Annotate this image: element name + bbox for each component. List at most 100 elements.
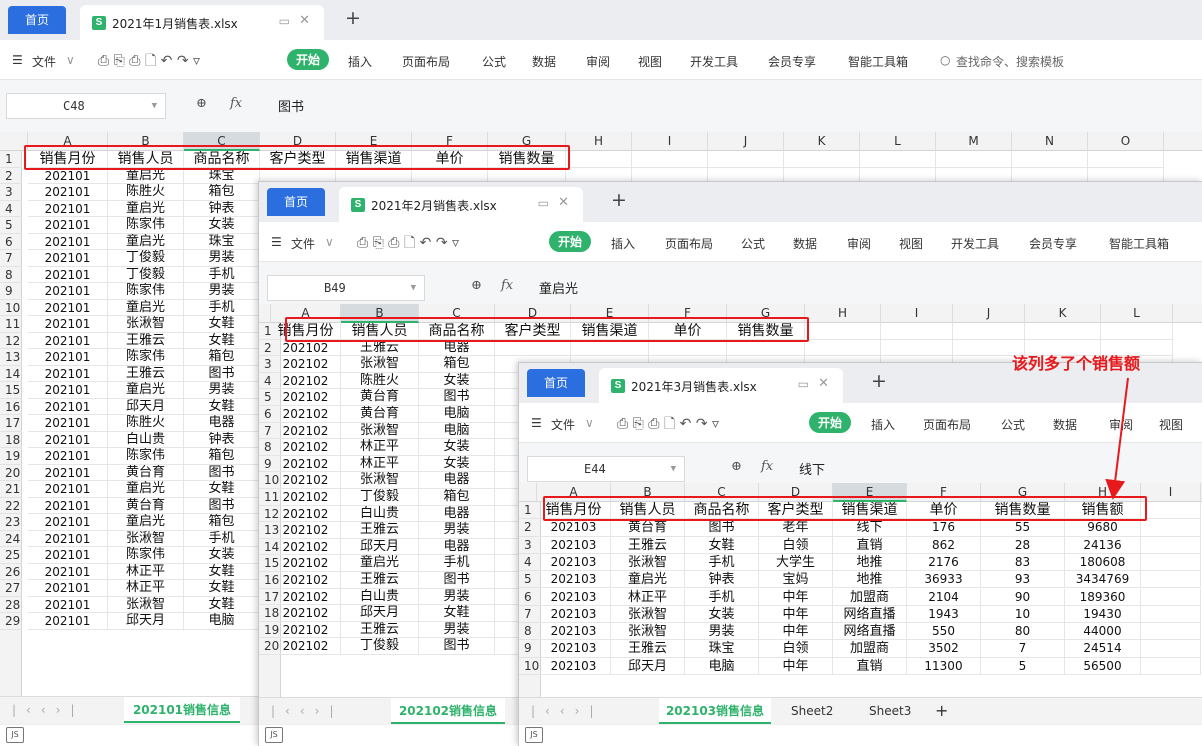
table-cell[interactable]: 林正平 — [341, 439, 419, 456]
sheet-tab-sheet2[interactable]: Sheet2 — [791, 704, 833, 718]
table-cell[interactable]: 手机 — [184, 530, 260, 547]
table-cell[interactable]: 林正平 — [108, 563, 184, 580]
table-cell[interactable]: 202101 — [28, 415, 108, 432]
empty-cell[interactable] — [1141, 588, 1201, 606]
close-icon[interactable]: ✕ — [299, 13, 310, 28]
column-header-i[interactable]: I — [1141, 483, 1201, 502]
table-cell[interactable]: 202103 — [537, 571, 611, 589]
table-cell[interactable]: 陈胜火 — [108, 415, 184, 432]
menu-formula[interactable]: 公式 — [482, 53, 506, 70]
table-cell[interactable]: 男装 — [184, 382, 260, 399]
empty-cell[interactable] — [632, 151, 708, 168]
table-cell[interactable]: 550 — [907, 623, 981, 641]
table-cell[interactable]: 邱天月 — [611, 657, 685, 675]
table-cell[interactable]: 202101 — [28, 233, 108, 250]
sheet-nav-icons[interactable]: |‹‹›| — [12, 703, 84, 717]
formula-input[interactable]: 图书 — [278, 96, 304, 115]
quick-access-icons[interactable]: ⎙ ⎘ ⎙ 🗋 ↶ ↷ ▿ — [98, 50, 200, 74]
table-cell[interactable]: 地推 — [833, 553, 907, 572]
chevron-down-icon[interactable]: ∨ — [585, 416, 594, 430]
table-cell[interactable]: 55 — [981, 519, 1065, 537]
table-cell[interactable]: 电脑 — [184, 613, 260, 630]
table-cell[interactable]: 202103 — [537, 605, 611, 624]
table-cell[interactable]: 陈家伟 — [108, 448, 184, 465]
table-cell[interactable]: 11300 — [907, 657, 981, 675]
table-cell[interactable]: 女鞋 — [184, 596, 260, 613]
table-cell[interactable]: 图书 — [184, 497, 260, 514]
table-cell[interactable]: 180608 — [1065, 553, 1141, 572]
table-cell[interactable]: 女鞋 — [184, 481, 260, 498]
grid[interactable]: A B C D E F G H I 1 2 3 4 5 6 7 8 9 10 销售月份 销售人员 商品名称 客户类型 销售渠道… — [519, 483, 1202, 697]
table-cell[interactable]: 202102 — [271, 439, 341, 456]
table-cell[interactable]: 丁俊毅 — [341, 489, 419, 506]
table-cell[interactable]: 9680 — [1065, 519, 1141, 537]
menu-view[interactable]: 视图 — [1159, 416, 1183, 433]
table-cell[interactable]: 加盟商 — [833, 640, 907, 658]
table-cell[interactable]: 7 — [981, 640, 1065, 658]
pin-icon[interactable]: ▭ — [798, 377, 809, 391]
table-cell[interactable]: 童启光 — [108, 481, 184, 498]
column-header-n[interactable]: N — [1012, 132, 1088, 151]
empty-cell[interactable] — [881, 323, 953, 340]
table-cell[interactable]: 手机 — [419, 555, 495, 572]
table-cell[interactable]: 202102 — [271, 372, 341, 390]
empty-cell[interactable] — [881, 339, 953, 357]
menu-icon[interactable]: ☰ — [12, 53, 23, 67]
table-cell[interactable]: 3434769 — [1065, 571, 1141, 589]
menu-start[interactable]: 开始 — [809, 412, 852, 433]
table-cell[interactable]: 202101 — [28, 365, 108, 382]
table-cell[interactable]: 钟表 — [184, 431, 260, 448]
sheet-nav-icons[interactable]: |‹‹›| — [531, 704, 603, 718]
table-cell[interactable]: 2104 — [907, 588, 981, 606]
table-cell[interactable]: 张湫智 — [108, 316, 184, 333]
formula-input[interactable]: 线下 — [799, 459, 825, 478]
table-cell[interactable]: 女装 — [419, 439, 495, 456]
column-header-k[interactable]: K — [1025, 304, 1101, 323]
table-cell[interactable]: 图书 — [419, 572, 495, 589]
table-cell[interactable]: 箱包 — [419, 489, 495, 506]
table-cell[interactable]: 5 — [981, 657, 1065, 675]
zoom-icon[interactable]: ⊕ — [196, 96, 207, 111]
table-cell[interactable]: 男装 — [685, 623, 759, 641]
table-cell[interactable]: 男装 — [419, 522, 495, 539]
formula-input[interactable]: 童启光 — [539, 278, 578, 297]
table-cell[interactable]: 王雅云 — [108, 365, 184, 382]
empty-cell[interactable] — [1141, 623, 1201, 641]
table-cell[interactable]: 女装 — [419, 372, 495, 390]
table-cell[interactable]: 电器 — [419, 339, 495, 357]
table-cell[interactable]: 童启光 — [108, 382, 184, 399]
menu-insert[interactable]: 插入 — [871, 416, 895, 433]
add-sheet-icon[interactable]: + — [935, 701, 948, 720]
table-cell[interactable]: 202101 — [28, 266, 108, 283]
column-header-l[interactable]: L — [1101, 304, 1173, 323]
table-cell[interactable]: 3502 — [907, 640, 981, 658]
table-cell[interactable]: 王雅云 — [341, 572, 419, 589]
table-cell[interactable]: 张湫智 — [611, 553, 685, 572]
table-cell[interactable]: 箱包 — [184, 448, 260, 465]
table-cell[interactable]: 陈家伟 — [108, 217, 184, 234]
menu-icon[interactable]: ☰ — [271, 235, 282, 249]
chevron-down-icon[interactable]: ▼ — [411, 276, 416, 300]
table-cell[interactable]: 手机 — [184, 299, 260, 316]
table-cell[interactable]: 202102 — [271, 489, 341, 506]
table-cell[interactable]: 黄台育 — [611, 519, 685, 537]
table-cell[interactable]: 童启光 — [108, 299, 184, 316]
table-cell[interactable]: 男装 — [184, 250, 260, 267]
table-cell[interactable]: 陈胜火 — [108, 184, 184, 201]
column-header-o[interactable]: O — [1088, 132, 1164, 151]
table-cell[interactable]: 202101 — [28, 497, 108, 514]
table-cell[interactable]: 童启光 — [611, 571, 685, 589]
table-cell[interactable]: 邱天月 — [341, 605, 419, 622]
table-cell[interactable]: 陈胜火 — [341, 372, 419, 390]
table-cell[interactable]: 电器 — [419, 472, 495, 489]
name-box[interactable]: B49 ▼ — [267, 275, 425, 301]
table-cell[interactable]: 陈家伟 — [108, 283, 184, 300]
empty-cell[interactable] — [571, 339, 649, 357]
table-cell[interactable]: 202102 — [271, 605, 341, 622]
table-cell[interactable]: 陈家伟 — [108, 349, 184, 366]
table-cell[interactable]: 83 — [981, 553, 1065, 572]
chevron-down-icon[interactable]: ∨ — [325, 235, 334, 249]
table-cell[interactable]: 202101 — [28, 398, 108, 415]
table-cell[interactable]: 202101 — [28, 448, 108, 465]
table-cell[interactable]: 202101 — [28, 283, 108, 300]
